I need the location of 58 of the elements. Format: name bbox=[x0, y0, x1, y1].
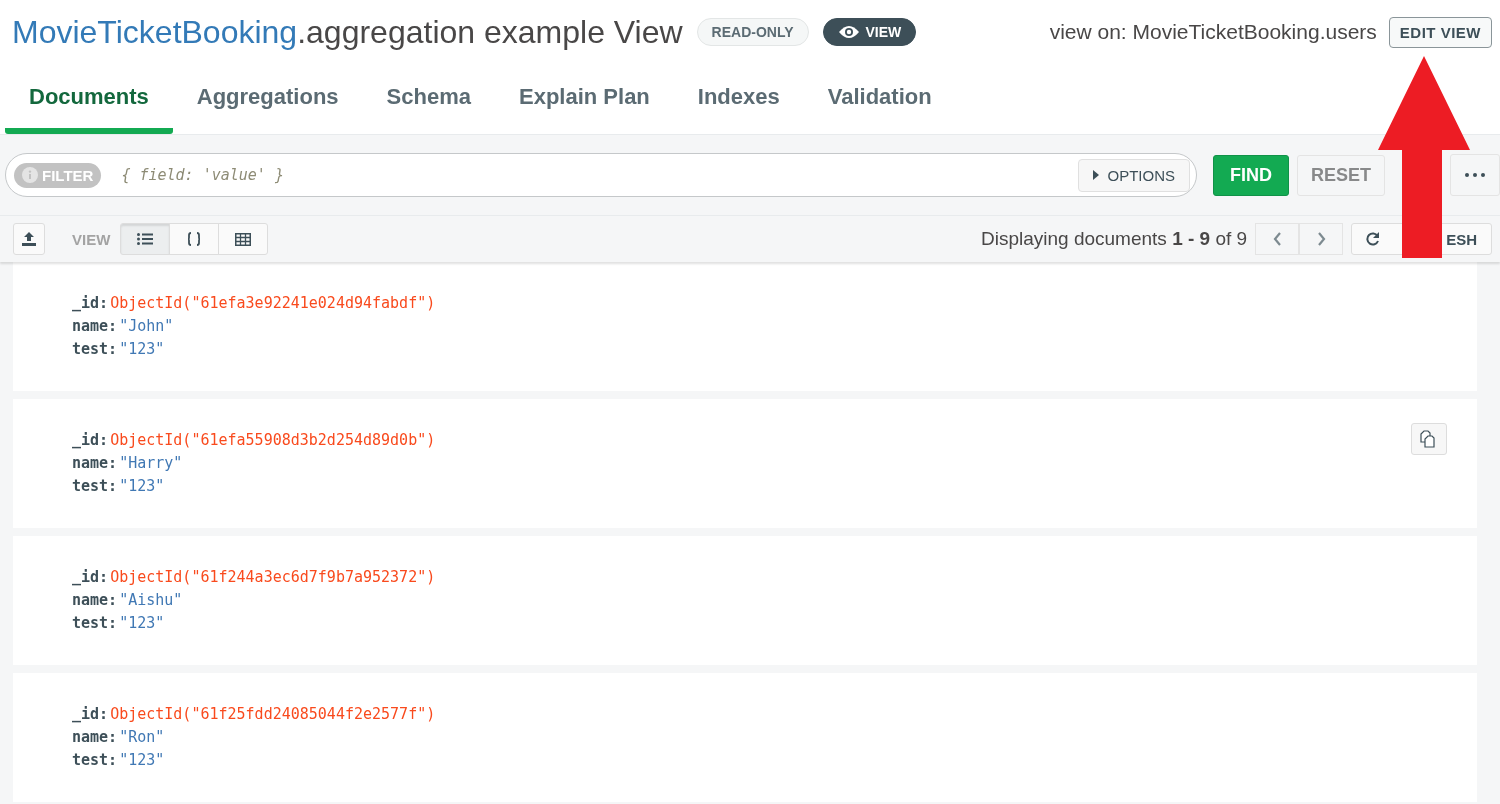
field-key: name: bbox=[72, 452, 118, 475]
options-button[interactable]: OPTIONS bbox=[1078, 158, 1190, 192]
collection-title: MovieTicketBooking.aggregation example View bbox=[12, 13, 683, 51]
field-value: "123" bbox=[119, 750, 165, 771]
caret-icon bbox=[1093, 170, 1100, 180]
field-value: "123" bbox=[119, 339, 165, 360]
tab[interactable]: Documents bbox=[5, 64, 173, 134]
chevron-right-icon bbox=[1316, 232, 1326, 246]
list-icon bbox=[137, 233, 154, 245]
view-mode-button[interactable] bbox=[120, 223, 171, 255]
copy-button[interactable] bbox=[1411, 423, 1447, 455]
paging-text: Displaying documents 1 - 9 of 9 bbox=[981, 228, 1248, 250]
refresh-icon bbox=[1366, 232, 1381, 246]
filter-field[interactable]: FILTER { field: 'value' } OPTIONS bbox=[5, 153, 1197, 197]
field-key: _id: bbox=[72, 292, 109, 315]
field-value: ObjectId("61efa3e92241e024d94fabdf") bbox=[110, 293, 436, 314]
field-key: name: bbox=[72, 589, 118, 612]
field-value: ObjectId("61f25fdd24085044f2e2577f") bbox=[110, 704, 436, 725]
view-label: VIEW bbox=[72, 230, 111, 248]
field-value: "John" bbox=[119, 316, 174, 337]
table-icon bbox=[235, 232, 252, 246]
find-button[interactable]: FIND bbox=[1213, 154, 1289, 196]
field-key: _id: bbox=[72, 429, 109, 452]
copy-icon bbox=[1420, 430, 1438, 448]
edit-view-button[interactable]: EDIT VIEW bbox=[1388, 16, 1492, 48]
chevron-left-icon bbox=[1272, 232, 1282, 246]
field-key: test: bbox=[72, 338, 118, 361]
field-value: "Aishu" bbox=[119, 590, 183, 611]
field-key: test: bbox=[72, 749, 118, 772]
field-value: "Ron" bbox=[119, 727, 165, 748]
field-value: ObjectId("61f244a3ec6d7f9b7a952372") bbox=[110, 567, 436, 588]
field-key: _id: bbox=[72, 566, 109, 589]
field-key: name: bbox=[72, 726, 118, 749]
ellipsis-icon bbox=[1465, 173, 1485, 177]
tab[interactable]: Aggregations bbox=[172, 64, 363, 134]
field-key: name: bbox=[72, 315, 118, 338]
tab[interactable]: Indexes bbox=[673, 64, 804, 134]
view-mode-button[interactable] bbox=[218, 223, 269, 255]
view-mode-button[interactable] bbox=[169, 223, 220, 255]
tab[interactable]: Validation bbox=[803, 64, 956, 134]
field-value: "Harry" bbox=[119, 453, 183, 474]
field-key: test: bbox=[72, 612, 118, 635]
field-value: "123" bbox=[119, 613, 165, 634]
tab[interactable]: Explain Plan bbox=[495, 64, 674, 134]
upload-icon bbox=[21, 231, 37, 247]
read-only-badge: READ-ONLY bbox=[696, 18, 809, 46]
field-key: _id: bbox=[72, 703, 109, 726]
field-key: test: bbox=[72, 475, 118, 498]
filter-label: FILTER bbox=[14, 162, 102, 188]
export-button[interactable] bbox=[13, 223, 45, 255]
view-source-text: view on: MovieTicketBooking.users bbox=[1049, 20, 1377, 44]
field-value: ObjectId("61efa55908d3b2d254d89d0b") bbox=[110, 430, 436, 451]
field-value: "123" bbox=[119, 476, 165, 497]
info-icon bbox=[22, 167, 38, 183]
braces-icon bbox=[187, 232, 202, 246]
reset-button[interactable]: RESET bbox=[1297, 154, 1385, 196]
view-badge: VIEW bbox=[822, 18, 917, 46]
tab[interactable]: Schema bbox=[362, 64, 495, 134]
